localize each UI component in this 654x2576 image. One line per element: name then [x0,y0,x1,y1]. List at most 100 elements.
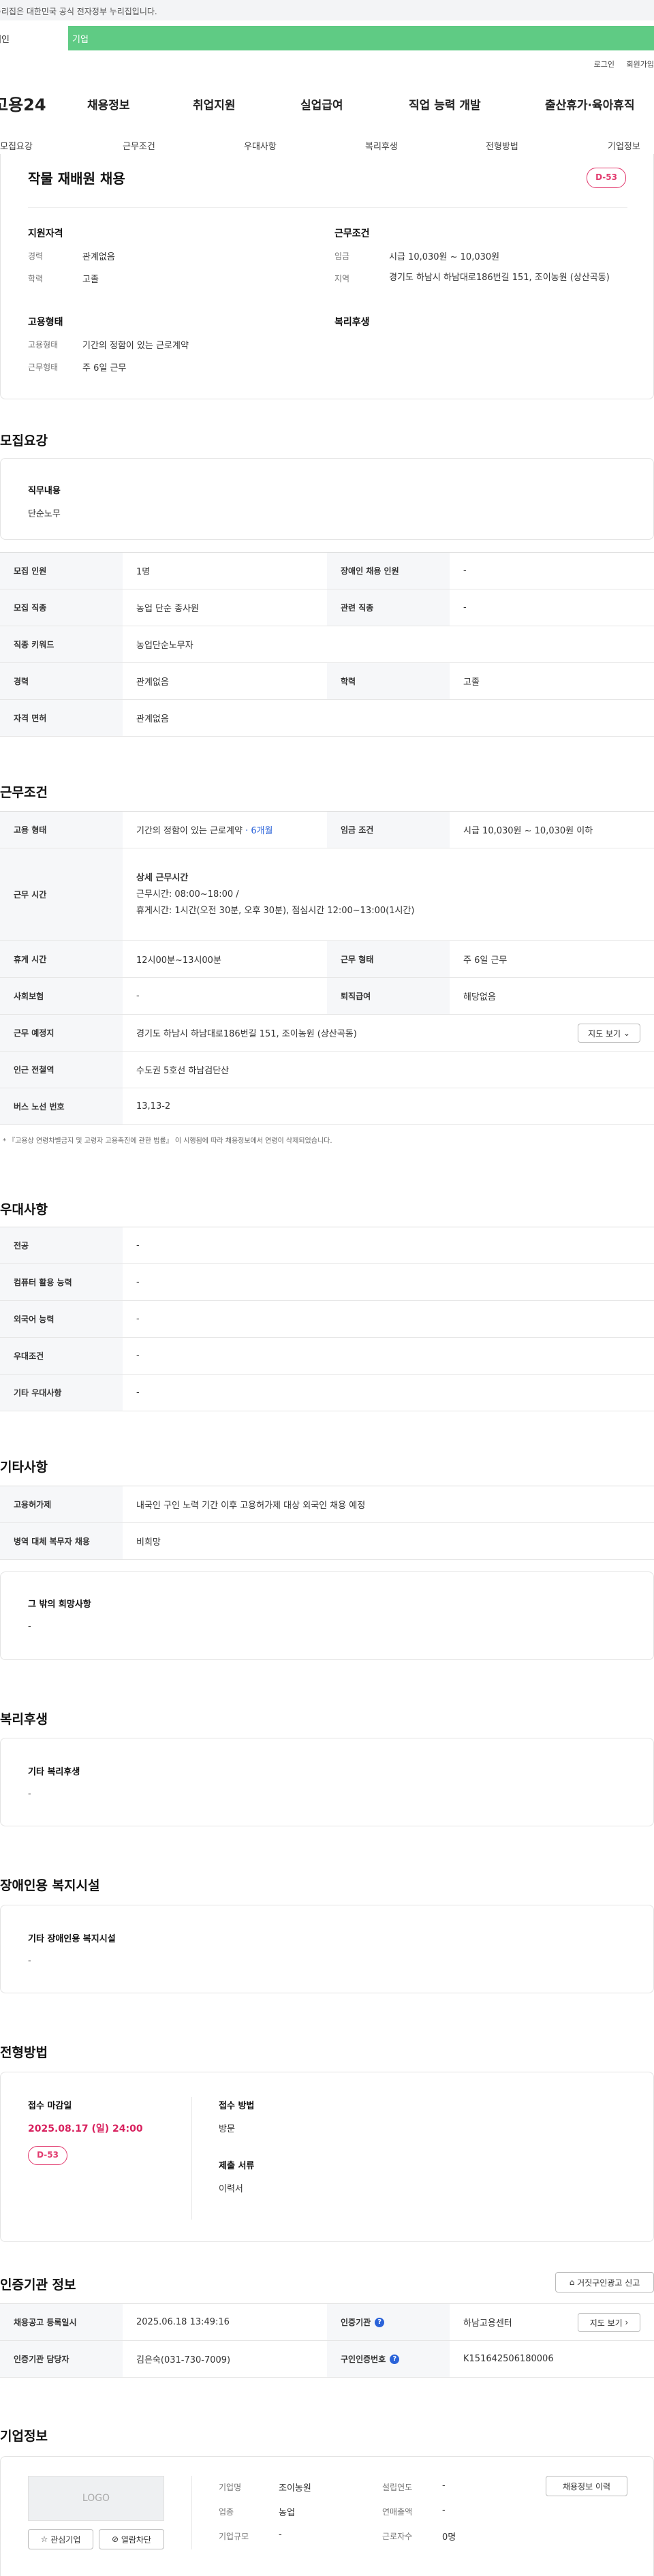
wage-value: 시급 10,030원 ~ 10,030원 [389,252,500,262]
docs-value: 이력서 [219,2184,243,2194]
favorite-company-button[interactable]: ☆ 관심기업 [28,2529,93,2549]
edu-label: 학력 [28,274,44,283]
welfare-heading: 복리후생 [0,1712,48,1727]
job-summary-card: 작물 재배원 채용 D-53 지원자격 경력 관계없음 학력 고졸 근무조건 임… [0,154,654,399]
help-icon[interactable]: ? [390,2354,400,2364]
career-value: 관계없음 [82,252,115,262]
table-header-cell: 외국어 능력 [0,1301,123,1337]
anchor-recruit[interactable]: 모집요강 [0,139,33,152]
agency-map-label: 지도 보기 [589,2318,623,2328]
gov-notice-bar: 이 누리집은 대한민국 공식 전자정부 누리집입니다. [0,0,654,20]
welfare-value: - [28,1789,31,1799]
emp-period-text: · 6개월 [245,826,273,836]
block-label: 열람차단 [121,2534,152,2545]
agency-label: 인증기관 [341,2318,371,2327]
table-header-cell: 고용 형태 [0,812,123,848]
table-row: 고용 형태 기간의 정함이 있는 근로계약 · 6개월 임금 조건 시급 10,… [0,812,654,848]
table-cell: - [136,1240,140,1251]
tab-company[interactable]: 기업 [68,26,654,50]
map-view-button[interactable]: 지도 보기 ⌄ [578,1024,640,1043]
table-row: 모집 직종 농업 단순 종사원 관련 직종 - [0,589,654,626]
help-icon[interactable]: ? [375,2317,385,2327]
table-row: 휴게 시간 12시00분~13시00분 근무 형태 주 6일 근무 [0,941,654,978]
table-header-cell: 컴퓨터 활용 능력 [0,1264,123,1300]
company-heading: 기업정보 [0,2429,48,2444]
company-staff-label: 근로자수 [382,2532,413,2541]
summary-welfare-heading: 복리후생 [334,317,370,328]
logo-placeholder-text: LOGO [82,2493,110,2504]
table-cell: 고졸 [463,677,480,688]
disability-card: 기타 장애인용 복지시설 - [0,1905,654,1993]
duty-value: 단순노무 [28,509,61,519]
map-view-label: 지도 보기 [588,1028,621,1039]
table-row: 컴퓨터 활용 능력 - [0,1264,654,1301]
signup-link[interactable]: 회원가입 [627,60,654,69]
star-icon: ☆ [40,2534,48,2544]
table-header-cell: 근무 예정지 [0,1015,123,1051]
table-row: 고용허가제 내국인 구인 노력 기간 이후 고용허가제 대상 외국인 채용 예정 [0,1486,654,1523]
company-name-value: 조이농원 [279,2483,311,2494]
agency-map-button[interactable]: 지도 보기 › [578,2313,640,2332]
table-cell: - [136,1351,140,1361]
age-law-footnote: * 『고용상 연령차별금지 및 고령자 고용촉진에 관한 법률』 이 시행됨에 … [3,1137,332,1145]
qualification-heading: 지원자격 [28,228,63,239]
table-header-cell: 기타 우대사항 [0,1375,123,1411]
career-label: 경력 [28,251,44,261]
deadline-value: 2025.08.17 (일) 24:00 [28,2123,143,2134]
wish-value: - [28,1621,31,1631]
anchor-selection[interactable]: 전형방법 [486,139,518,152]
tab-individual[interactable]: 개인 [0,26,68,50]
table-header-cell: 사회보험 [0,978,123,1014]
company-sales-label: 연매출액 [382,2507,413,2517]
table-row: 우대조건 - [0,1338,654,1375]
false-ad-report-button[interactable]: ⌂ 거짓구인광고 신고 [555,2272,654,2293]
table-header-cell: 병역 대체 복무자 채용 [0,1523,123,1559]
other-wish-card: 그 밖의 희망사항 - [0,1571,654,1660]
work-table: 고용 형태 기간의 정함이 있는 근로계약 · 6개월 임금 조건 시급 10,… [0,811,654,1145]
emp-type-text: 기간의 정함이 있는 근로계약 [136,826,243,836]
table-row: 병역 대체 복무자 채용 비희망 [0,1523,654,1560]
nav-item-vocational-training[interactable]: 직업 능력 개발 [409,95,481,112]
nav-item-parental-leave[interactable]: 출산휴가·육아휴직 [545,95,635,112]
table-cell: 내국인 구인 노력 기간 이후 고용허가제 대상 외국인 채용 예정 [136,1501,366,1511]
hours-line-2: 휴게시간: 1시간(오전 30분, 오후 30분), 점심시간 12:00~13… [136,905,415,916]
table-header-cell: 모집 인원 [0,553,123,589]
job-history-button[interactable]: 채용정보 이력 [546,2476,627,2496]
job-title: 작물 재배원 채용 [28,170,125,187]
hours-detail-title: 상세 근무시간 [136,872,189,883]
table-header-cell: 인증기관? [327,2304,450,2340]
worktype-value: 주 6일 근무 [82,363,127,373]
other-heading: 기타사항 [0,1460,48,1475]
nav-item-unemployment-benefit[interactable]: 실업급여 [300,95,343,112]
anchor-preferences[interactable]: 우대사항 [244,139,277,152]
block-view-button[interactable]: ⊘ 열람차단 [99,2529,164,2549]
home-icon: ⌂ [569,2278,575,2287]
table-cell: 기간의 정함이 있는 근로계약 · 6개월 [123,812,327,848]
table-header-cell: 학력 [327,663,450,699]
recruit-table: 모집 인원 1명 장애인 채용 인원 - 모집 직종 농업 단순 종사원 관련 … [0,552,654,737]
table-row: 경력 관계없음 학력 고졸 [0,663,654,700]
table-cell: 수도권 5호선 하남검단산 [136,1066,230,1076]
region-value: 경기도 하남시 하남대로186번길 151, 조이농원 (상산곡동) [389,273,610,283]
table-row: 인근 전철역 수도권 5호선 하남검단산 [0,1052,654,1088]
number-label: 구인인증번호 [341,2355,386,2364]
nav-item-jobs[interactable]: 채용정보 [87,95,130,112]
selection-card: 접수 마감일 2025.08.17 (일) 24:00 D-53 접수 방법 방… [0,2072,654,2242]
user-type-tabs: 개인 기업 [0,26,654,50]
emp-type-value: 기간의 정함이 있는 근로계약 [82,341,189,351]
table-row: 자격 면허 관계없음 [0,700,654,737]
login-link[interactable]: 로그인 [594,60,614,69]
chevron-right-icon: › [625,2318,629,2327]
selection-dday-badge: D-53 [28,2146,67,2165]
anchor-work-conditions[interactable]: 근무조건 [123,139,155,152]
table-header-cell: 휴게 시간 [0,941,123,977]
emp-type-label: 고용형태 [28,340,59,350]
company-industry-label: 업종 [219,2507,234,2517]
nav-item-employment-support[interactable]: 취업지원 [193,95,236,112]
anchor-welfare[interactable]: 복리후생 [365,139,398,152]
chevron-down-icon: ⌄ [623,1028,630,1038]
site-logo[interactable]: 고용24 [0,91,46,115]
company-founded-label: 설립연도 [382,2483,413,2492]
table-header-cell: 퇴직급여 [327,978,450,1014]
anchor-company[interactable]: 기업정보 [608,139,640,152]
